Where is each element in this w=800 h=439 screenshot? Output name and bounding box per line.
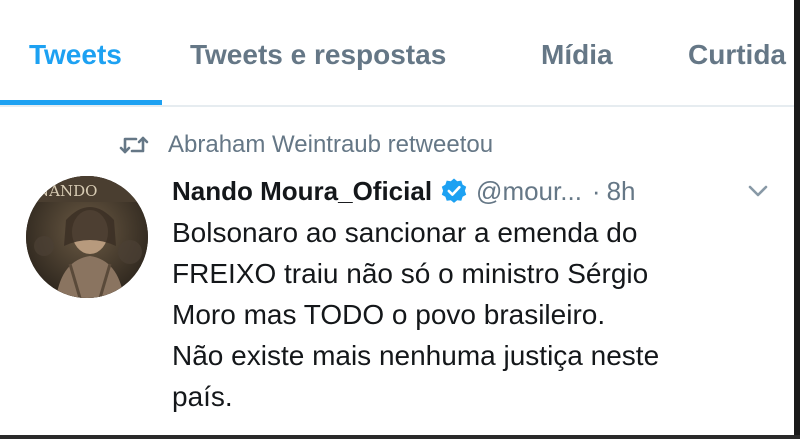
chevron-down-icon[interactable]	[746, 182, 770, 200]
twitter-profile-screen: Tweets Tweets e respostas Mídia Curtida …	[0, 0, 800, 439]
tweet-text-line: país.	[172, 381, 233, 412]
profile-tabs: Tweets Tweets e respostas Mídia Curtida	[0, 0, 794, 108]
tweet-text-line: Não existe mais nenhuma justiça neste	[172, 340, 660, 371]
tweet-text-line: Moro mas TODO o povo brasileiro.	[172, 299, 606, 330]
verified-badge-icon	[440, 177, 468, 205]
tweet-text: Bolsonaro ao sancionar a emenda do FREIX…	[172, 212, 772, 417]
tab-media[interactable]: Mídia	[541, 39, 613, 71]
screen-edge-bottom	[0, 435, 800, 439]
display-name[interactable]: Nando Moura_Oficial	[172, 176, 432, 207]
tabs-divider	[0, 105, 794, 107]
tweet-header: Nando Moura_Oficial @mour... · 8h	[172, 172, 636, 210]
avatar[interactable]: NANDO	[26, 176, 148, 298]
tweet-text-line: FREIXO traiu não só o ministro Sérgio	[172, 258, 649, 289]
separator-dot: ·	[591, 175, 601, 206]
retweet-context: Abraham Weintraub retweetou	[118, 130, 493, 160]
tab-tweets-and-replies[interactable]: Tweets e respostas	[190, 39, 446, 71]
handle[interactable]: @mour...	[476, 176, 582, 207]
tweet-text-line: Bolsonaro ao sancionar a emenda do	[172, 217, 638, 248]
tweet-time[interactable]: 8h	[607, 176, 636, 207]
tab-likes[interactable]: Curtida	[688, 39, 786, 71]
retweet-label[interactable]: Abraham Weintraub retweetou	[168, 131, 493, 159]
tab-tweets[interactable]: Tweets	[29, 39, 122, 71]
avatar-banner-text: NANDO	[36, 182, 97, 200]
screen-edge	[794, 0, 800, 439]
retweet-icon	[118, 133, 150, 157]
